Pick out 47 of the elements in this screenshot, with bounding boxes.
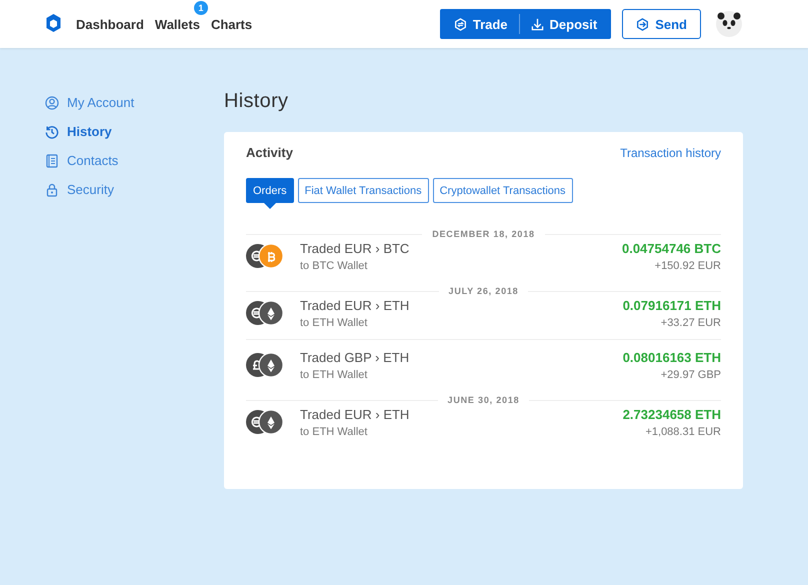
fiat-value: +29.97 GBP (660, 369, 721, 381)
fiat-value: +33.27 EUR (660, 317, 721, 329)
trade-button[interactable]: Trade (442, 14, 519, 34)
page-title: History (224, 90, 290, 113)
transaction-destination: to ETH Wallet (300, 426, 368, 438)
date-label: JUNE 30, 2018 (246, 395, 721, 405)
sidebar-item[interactable]: History (45, 122, 224, 141)
fiat-value: +1,088.31 EUR (645, 426, 721, 438)
nav-link[interactable]: Dashboard (76, 16, 144, 32)
sidebar-item[interactable]: My Account (45, 93, 224, 112)
transaction-title: Traded EUR › ETH (300, 298, 410, 313)
lock-icon (45, 182, 59, 196)
address-book-icon (45, 154, 59, 168)
transaction-destination: to BTC Wallet (300, 260, 368, 272)
send-icon (636, 18, 650, 30)
tab-pointer (262, 202, 277, 209)
send-button[interactable]: Send (622, 9, 701, 39)
crypto-amount: 0.08016163 ETH (622, 350, 721, 365)
transaction-destination: to ETH Wallet (300, 317, 368, 329)
history-icon (45, 124, 59, 138)
euro-ether-coins-icon (246, 410, 285, 436)
crypto-amount: 0.04754746 BTC (622, 241, 721, 256)
transaction-title: Traded EUR › BTC (300, 241, 410, 256)
transaction-history-link[interactable]: Transaction history (620, 146, 721, 160)
filter-tab[interactable]: Cryptowallet Transactions (432, 178, 573, 203)
notification-badge: 1 (194, 0, 208, 14)
deposit-button[interactable]: Deposit (518, 14, 608, 34)
card-title: Activity (246, 145, 293, 160)
crypto-amount: 0.07916171 ETH (622, 298, 721, 313)
transaction-destination: to ETH Wallet (300, 369, 368, 381)
filter-tab[interactable]: Fiat Wallet Transactions (298, 178, 429, 203)
fiat-value: +150.92 EUR (654, 260, 721, 272)
user-circle-icon (45, 96, 59, 110)
nav-link[interactable]: Charts (210, 16, 252, 32)
euro-ether-coins-icon (246, 300, 285, 326)
exchange-icon (454, 18, 467, 30)
transaction-title: Traded GBP › ETH (300, 350, 410, 365)
euro-bitcoin-coins-icon (246, 244, 285, 270)
sidebar-item[interactable]: Contacts (45, 151, 224, 170)
date-label: JULY 26, 2018 (246, 286, 721, 296)
date-label: DECEMBER 18, 2018 (246, 229, 721, 239)
transaction-title: Traded EUR › ETH (300, 407, 410, 422)
crypto-amount: 2.73234658 ETH (622, 407, 721, 422)
sidebar-item[interactable]: Security (45, 180, 224, 199)
pound-ether-coins-icon (246, 352, 285, 378)
avatar-icon[interactable] (716, 11, 742, 37)
download-icon (530, 18, 544, 30)
